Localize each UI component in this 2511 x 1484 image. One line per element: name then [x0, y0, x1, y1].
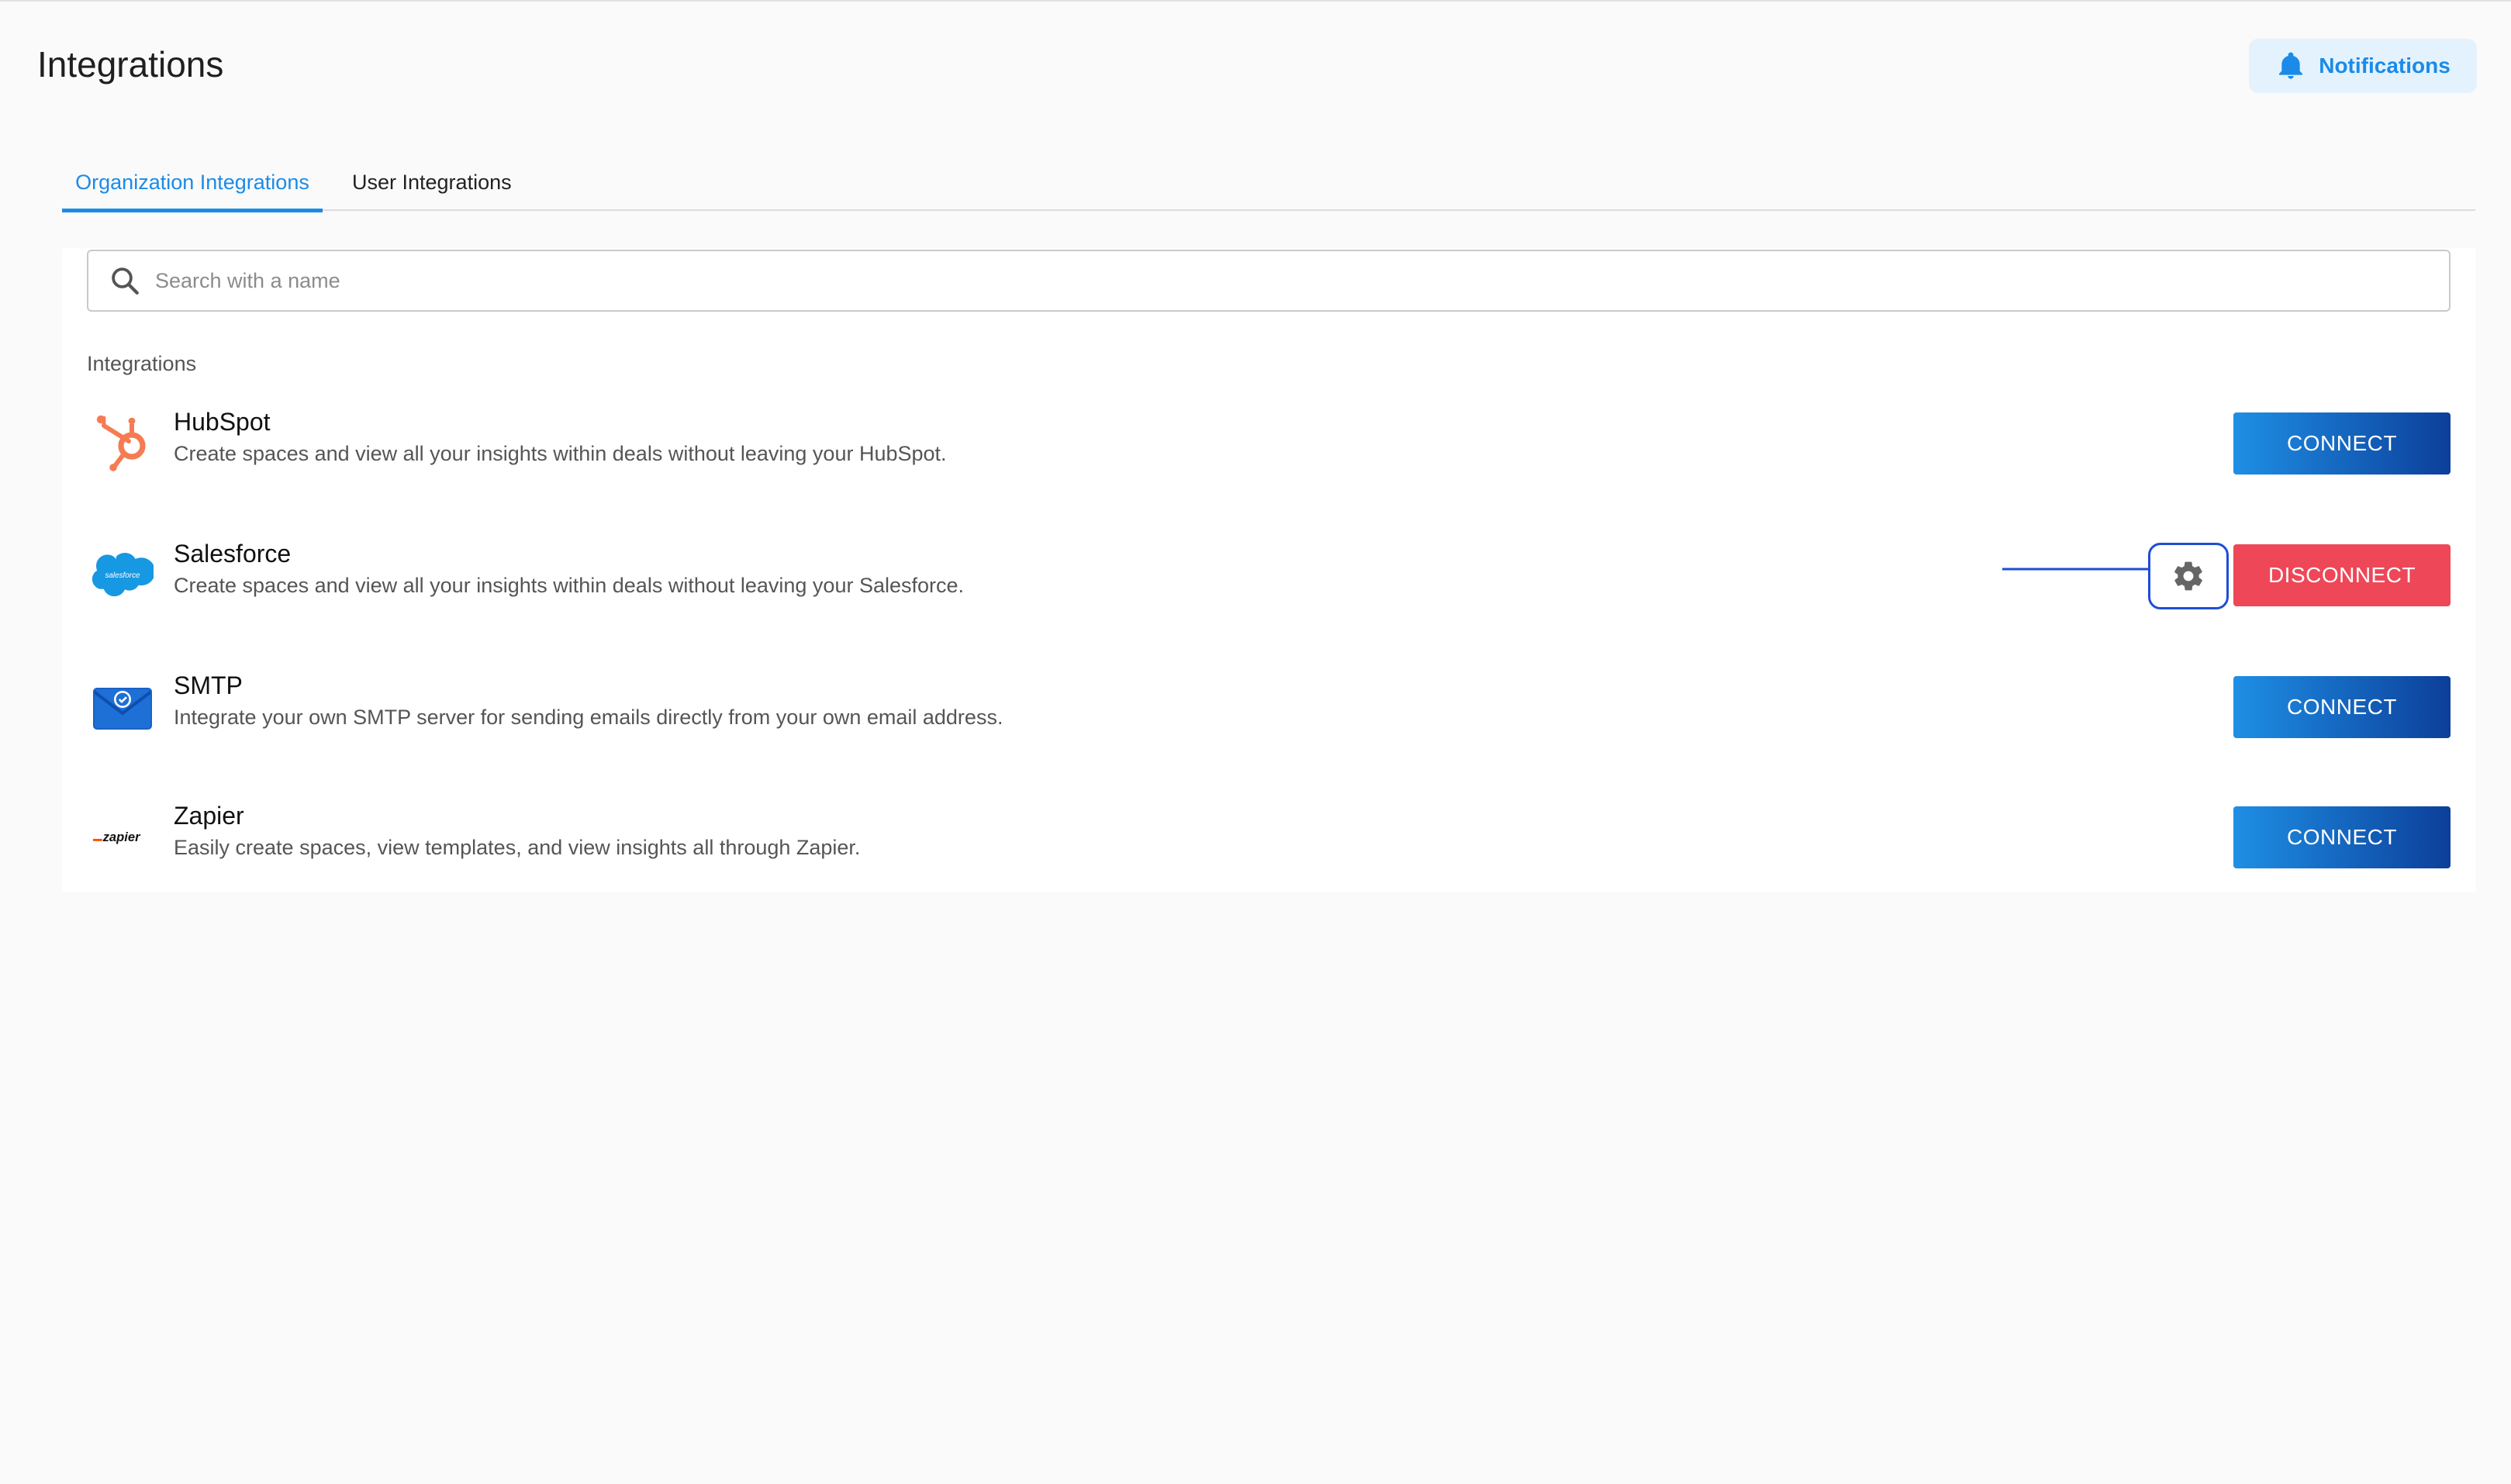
integration-description: Easily create spaces, view templates, an…	[174, 836, 861, 859]
svg-text:zapier: zapier	[102, 830, 141, 844]
connect-button-smtp[interactable]: CONNECT	[2233, 676, 2451, 738]
notifications-label: Notifications	[2319, 53, 2451, 78]
connect-button-hubspot[interactable]: CONNECT	[2233, 412, 2451, 475]
integration-name: SMTP	[174, 671, 243, 699]
integration-row-hubspot: HubSpot Create spaces and view all your …	[87, 408, 2451, 478]
integration-tabs: Organization Integrations User Integrati…	[62, 157, 2475, 212]
search-icon	[112, 267, 139, 295]
page-title: Integrations	[37, 44, 224, 85]
integration-row-salesforce: salesforce Salesforce Create spaces and …	[87, 540, 2451, 609]
section-label: Integrations	[87, 352, 197, 375]
tab-user-integrations[interactable]: User Integrations	[352, 157, 512, 211]
integration-description: Integrate your own SMTP server for sendi…	[174, 706, 1003, 729]
salesforce-logo-icon: salesforce	[92, 540, 154, 609]
search-box	[87, 250, 2451, 312]
gear-icon	[2174, 561, 2202, 591]
tab-organization-integrations[interactable]: Organization Integrations	[62, 157, 323, 212]
integration-description: Create spaces and view all your insights…	[174, 442, 947, 465]
integration-name: Salesforce	[174, 540, 292, 568]
hubspot-logo-icon	[92, 408, 154, 478]
integration-name: Zapier	[174, 802, 244, 830]
zapier-logo-icon: zapier	[92, 802, 154, 871]
salesforce-settings-button[interactable]	[2148, 543, 2229, 609]
notifications-button[interactable]: Notifications	[2249, 39, 2477, 93]
integration-name: HubSpot	[174, 408, 271, 436]
integration-description: Create spaces and view all your insights…	[174, 574, 965, 597]
svg-text:salesforce: salesforce	[105, 571, 140, 580]
disconnect-button-salesforce[interactable]: DISCONNECT	[2233, 544, 2451, 606]
integrations-page: Integrations Notifications Organization …	[0, 0, 2511, 1484]
integration-row-zapier: zapier Zapier Easily create spaces, view…	[87, 802, 2451, 871]
bell-icon	[2279, 52, 2303, 79]
connect-button-zapier[interactable]: CONNECT	[2233, 806, 2451, 868]
integrations-card: Integrations HubSpot Create spaces and v…	[62, 248, 2475, 892]
search-input[interactable]	[155, 257, 2449, 304]
integration-row-smtp: SMTP Integrate your own SMTP server for …	[87, 671, 2451, 741]
mail-icon	[92, 671, 154, 741]
